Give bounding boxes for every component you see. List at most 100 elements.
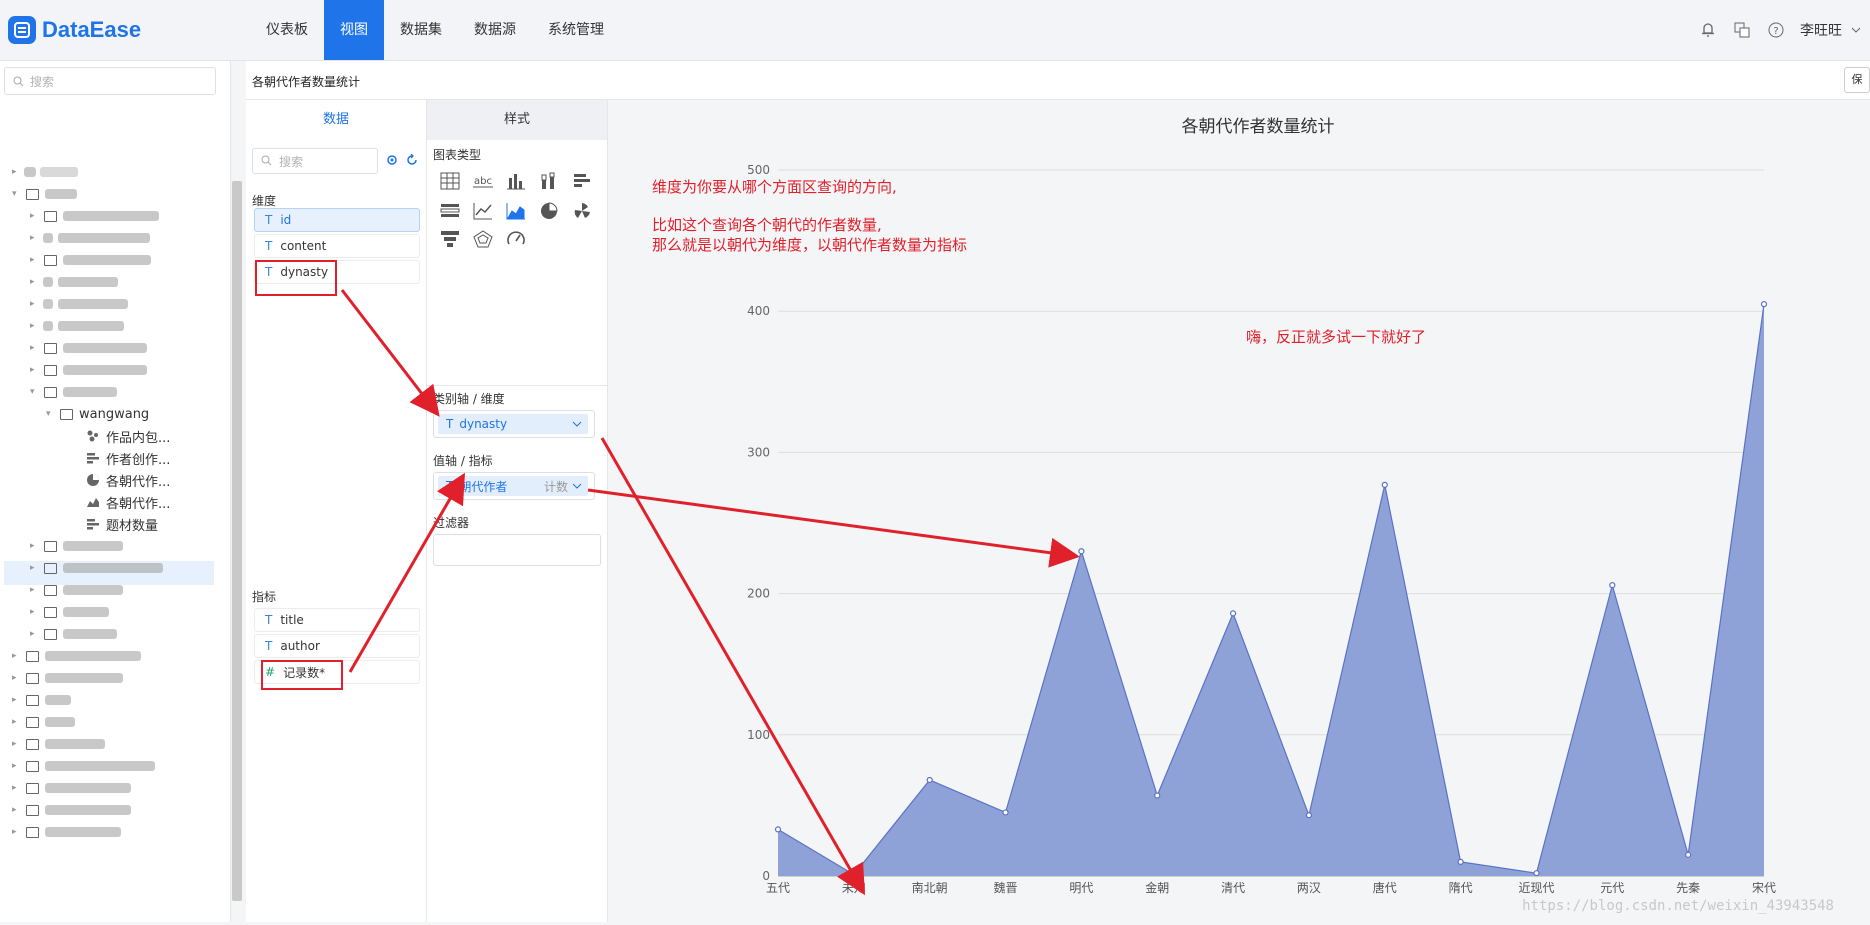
chevron-down-icon[interactable] [1846,20,1866,40]
data-point[interactable] [1002,809,1009,816]
table-icon[interactable] [439,170,461,192]
tree-search-input[interactable]: 搜索 [4,67,216,95]
tree-node[interactable]: ▾ [30,381,117,403]
tree-node[interactable]: ▸ [12,777,131,799]
dimension-field[interactable]: Tid [254,208,420,232]
folder-icon [26,826,39,838]
funnel-chart-icon[interactable] [439,228,461,250]
tree-node[interactable]: ▸ [12,645,141,667]
tree-node[interactable]: ▸ [30,557,163,579]
nav-system[interactable]: 系统管理 [532,0,620,60]
data-point[interactable] [1154,792,1161,799]
chart-type-title: 图表类型 [433,148,482,162]
data-point[interactable] [1457,858,1464,865]
tree-leaf[interactable]: 各朝代作... [86,469,170,491]
folder-icon [44,386,57,398]
radar-chart-icon[interactable] [472,228,494,250]
tree-node[interactable]: ▾ [12,183,77,205]
data-point[interactable] [1609,582,1616,589]
tab-data[interactable]: 数据 [246,100,426,140]
tree-leaf[interactable]: 作品内包... [86,425,170,447]
data-point[interactable] [774,826,782,833]
view-tree-panel: 搜索 ▸ ▾ ▸ ▸ ▸ ▸ ▸ ▸ ▸ ▸ ▾ ▾ wangwang 作品内包.… [0,61,242,922]
data-point[interactable] [1305,812,1313,819]
tree-leaf[interactable]: 题材数量 [86,513,158,535]
tree-scrollbar[interactable] [232,181,242,901]
measure-field[interactable]: Tauthor [254,634,420,658]
folder-icon [44,540,57,552]
gear-icon[interactable] [386,154,398,166]
chevron-down-icon[interactable] [572,483,582,489]
notification-icon[interactable] [1698,20,1718,40]
nav-datasources[interactable]: 数据源 [458,0,532,60]
tree-node[interactable]: ▸ [30,271,118,293]
gauge-chart-icon[interactable] [505,228,527,250]
nav-datasets[interactable]: 数据集 [384,0,458,60]
save-button[interactable]: 保 [1844,67,1870,93]
field-name: content [280,239,327,253]
tree-node[interactable]: ▸ [30,249,151,271]
value-axis-dropzone[interactable]: T 朝代作者 计数 [433,472,595,500]
tree-node[interactable]: ▸ [12,799,131,821]
filter-dropzone[interactable] [433,534,601,566]
tab-style[interactable]: 样式 [427,100,607,140]
tree-node[interactable]: ▸ [12,161,78,183]
horizontal-bar-icon[interactable] [571,170,593,192]
bar-chart-icon[interactable] [505,170,527,192]
value-field-pill[interactable]: T 朝代作者 计数 [438,476,588,496]
data-point[interactable] [850,871,857,878]
tree-node[interactable]: ▸ [30,227,150,249]
category-field-pill[interactable]: T dynasty [438,414,588,434]
stacked-bar-icon[interactable] [538,170,560,192]
tree-node[interactable]: ▸ [30,601,109,623]
data-point[interactable] [1685,851,1692,858]
tree-leaf[interactable]: 作者创作... [86,447,170,469]
tree-leaf-selected[interactable]: 各朝代作... [86,491,170,513]
language-icon[interactable] [1732,20,1752,40]
refresh-icon[interactable] [406,154,418,166]
rose-chart-icon[interactable] [571,200,593,222]
tree-node[interactable]: ▸ [30,205,159,227]
data-point[interactable] [1229,610,1237,617]
tree-node[interactable]: ▸ [30,337,147,359]
tree-node[interactable]: ▸ [30,315,124,337]
watermark-text: https://blog.csdn.net/weixin_43943548 [1522,898,1834,914]
tree-node[interactable]: ▸ [12,711,75,733]
tree-node[interactable]: ▸ [12,667,123,689]
category-axis-dropzone[interactable]: T dynasty [433,410,595,438]
dimension-field[interactable]: Tcontent [254,234,420,258]
tree-node[interactable]: ▸ [30,535,123,557]
text-type-icon: T [446,417,454,431]
tree-node[interactable]: ▸ [30,359,147,381]
tree-node[interactable]: ▸ [30,293,128,315]
pie-chart-icon[interactable] [538,200,560,222]
data-point[interactable] [1533,870,1540,877]
data-point[interactable] [1760,301,1768,308]
highlight-box [261,660,343,690]
logo-icon [8,16,36,44]
tree-node[interactable]: ▸ [12,821,121,843]
tree-node[interactable]: ▸ [12,755,155,777]
field-search-input[interactable]: 搜索 [252,148,378,174]
tree-node[interactable]: ▸ [12,733,105,755]
x-tick-label: 宋代 [1752,880,1776,895]
line-chart-icon[interactable] [472,200,494,222]
measure-field[interactable]: Ttitle [254,608,420,632]
data-point[interactable] [1381,481,1388,488]
chevron-down-icon[interactable] [572,421,582,427]
tree-node[interactable]: ▸ [30,579,123,601]
tree-node-wangwang[interactable]: ▾ wangwang [46,403,149,425]
nav-dashboard[interactable]: 仪表板 [250,0,324,60]
help-icon[interactable]: ? [1766,20,1786,40]
tree-node[interactable]: ▸ [12,689,71,711]
stacked-horizontal-bar-icon[interactable] [439,200,461,222]
tree-node[interactable]: ▸ [30,623,117,645]
user-name[interactable]: 李旺旺 [1800,20,1842,40]
text-card-icon[interactable]: abc [472,170,494,192]
data-point[interactable] [1078,548,1085,555]
annotation-text: 维度为你要从哪个方面区查询的方向, [652,178,897,196]
area-chart-icon[interactable] [505,200,527,222]
nav-views[interactable]: 视图 [324,0,384,60]
x-tick-label: 唐代 [1373,880,1397,895]
data-point[interactable] [926,776,933,784]
